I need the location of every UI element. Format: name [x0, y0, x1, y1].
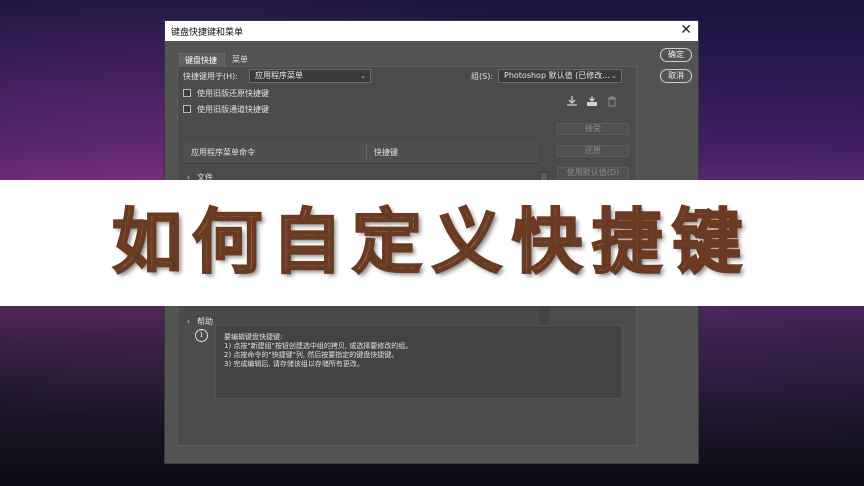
column-divider	[366, 145, 367, 159]
chevron-down-icon: ⌄	[611, 72, 617, 80]
ok-button[interactable]: 确定	[660, 48, 692, 62]
set-label: 组(S):	[471, 72, 494, 81]
dialog-title: 键盘快捷键和菜单	[171, 28, 244, 38]
shortcuts-table-header: 应用程序菜单命令 快捷键	[183, 141, 538, 164]
column-command: 应用程序菜单命令	[191, 148, 255, 157]
tab-menus[interactable]: 菜单	[227, 53, 253, 67]
chevron-down-icon: ⌄	[360, 72, 366, 80]
shortcuts-for-value: 应用程序菜单	[255, 71, 303, 80]
tab-keyboard-shortcuts[interactable]: 键盘快捷键	[179, 53, 225, 79]
accept-button[interactable]: 接受	[557, 123, 629, 135]
dialog-titlebar: 键盘快捷键和菜单 ✕	[165, 21, 698, 41]
use-default-button[interactable]: 使用默认值(D)	[557, 167, 629, 179]
new-set-icon[interactable]	[586, 95, 598, 107]
banner-title: 如何自定义快捷键	[0, 201, 864, 283]
legacy-undo-label: 使用旧版还原快捷键	[197, 89, 269, 98]
column-shortcut: 快捷键	[374, 148, 398, 157]
undo-button[interactable]: 还原	[557, 145, 629, 157]
trash-icon[interactable]	[606, 95, 618, 107]
legacy-channel-checkbox[interactable]	[183, 105, 191, 113]
set-value: Photoshop 默认值 (已修改...	[504, 71, 610, 80]
shortcuts-for-label: 快捷键用于(H):	[183, 72, 238, 81]
download-icon[interactable]	[566, 95, 578, 107]
info-text-box: 要编辑键盘快捷键: 1) 点按"新建组"按钮创建选中组的拷贝, 或选择要修改的组…	[215, 325, 623, 399]
set-select[interactable]: Photoshop 默认值 (已修改... ⌄	[498, 69, 622, 83]
title-banner: 如何自定义快捷键	[0, 180, 864, 306]
close-icon[interactable]: ✕	[680, 22, 692, 38]
info-icon: i	[195, 329, 208, 342]
legacy-undo-checkbox[interactable]	[183, 89, 191, 97]
legacy-channel-label: 使用旧版通道快捷键	[197, 105, 269, 114]
info-line-4: 3) 完成编辑后, 请存储该组以存储所有更改。	[224, 360, 364, 368]
cancel-button[interactable]: 取消	[660, 69, 692, 83]
info-area: i 要编辑键盘快捷键: 1) 点按"新建组"按钮创建选中组的拷贝, 或选择要修改…	[185, 325, 625, 401]
shortcuts-for-select[interactable]: 应用程序菜单 ⌄	[249, 69, 371, 83]
